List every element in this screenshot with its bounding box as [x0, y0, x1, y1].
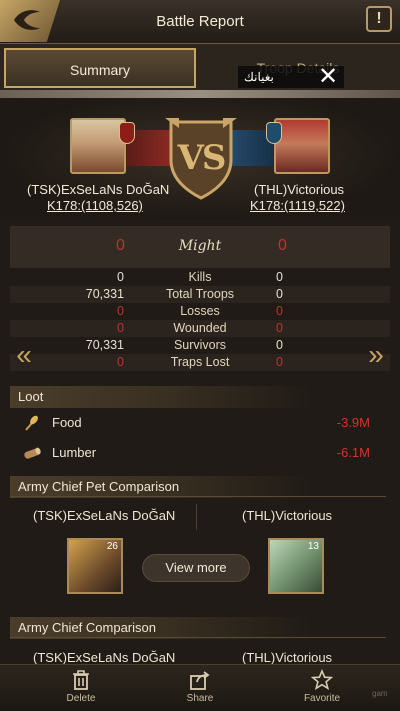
might-row: 0 Might 0 — [10, 226, 390, 268]
food-value: -3.9M — [336, 415, 370, 430]
attacker-alliance-badge — [119, 122, 135, 144]
pet-compare-defender-name: (THL)Victorious — [242, 508, 333, 523]
stat-row-losses: 0 Losses 0 — [10, 303, 390, 320]
attacker-might-value: 0 — [116, 237, 125, 254]
attacker-survivors: 70,331 — [85, 338, 124, 352]
delete-button[interactable]: Delete — [41, 669, 121, 709]
trash-icon — [73, 670, 89, 690]
loot-row-lumber: Lumber -6.1M — [10, 440, 386, 466]
defender-pet-portrait[interactable]: 13 — [268, 538, 324, 594]
chief-comparison-title: Army Chief Comparison — [10, 617, 386, 639]
defender-alliance-badge — [266, 122, 282, 144]
defender-pet-level: 13 — [307, 541, 319, 552]
banner-strip — [0, 90, 400, 98]
loot-row-food: Food -3.9M — [10, 410, 386, 436]
star-icon — [311, 669, 333, 691]
attacker-avatar[interactable] — [70, 118, 126, 174]
defender-traps-lost: 0 — [276, 355, 283, 369]
footer-bar: Delete Share Favorite — [0, 664, 400, 711]
attacker-pet-level: 26 — [106, 541, 118, 552]
stat-row-survivors: 70,331 Survivors 0 — [10, 337, 390, 354]
report-content[interactable]: VS (TSK)ExSeLaNs DoĞaN (THL)Victorious K… — [0, 90, 400, 664]
might-label: Might — [178, 238, 222, 254]
delete-label: Delete — [66, 693, 96, 704]
stat-row-traps-lost: 0 Traps Lost 0 — [10, 354, 390, 371]
stat-row-total-troops: 70,331 Total Troops 0 — [10, 286, 390, 303]
share-label: Share — [186, 693, 214, 704]
favorite-button[interactable]: Favorite — [282, 669, 362, 709]
survivors-label: Survivors — [173, 338, 227, 352]
defender-avatar[interactable] — [274, 118, 330, 174]
food-label: Food — [52, 415, 82, 430]
attacker-kills: 0 — [117, 270, 124, 284]
close-icon[interactable]: ✕ — [314, 64, 342, 90]
lumber-icon — [24, 447, 41, 459]
share-icon — [190, 671, 210, 690]
vs-label: VS — [177, 138, 227, 178]
attacker-losses: 0 — [117, 304, 124, 318]
header-bar: Battle Report ! — [0, 0, 400, 44]
defender-wounded: 0 — [276, 321, 283, 335]
share-button[interactable]: Share — [160, 669, 240, 709]
defender-total-troops: 0 — [276, 287, 283, 301]
wounded-label: Wounded — [173, 321, 227, 335]
attacker-pet-portrait[interactable]: 26 — [67, 538, 123, 594]
watermark-text: gam — [372, 689, 388, 698]
stat-row-wounded: 0 Wounded 0 — [10, 320, 390, 337]
stat-row-kills: 0 Kills 0 — [10, 269, 390, 286]
loot-section-title: Loot — [10, 386, 386, 408]
next-arrow-icon[interactable]: » — [364, 341, 388, 369]
chief-compare-attacker-name: (TSK)ExSeLaNs DoĞaN — [33, 650, 176, 664]
traps-lost-label: Traps Lost — [170, 355, 230, 369]
previous-arrow-icon[interactable]: « — [12, 341, 36, 369]
defender-name: (THL)Victorious — [254, 182, 345, 197]
lumber-label: Lumber — [52, 445, 97, 460]
view-more-button[interactable]: View more — [142, 554, 250, 582]
chief-compare-defender-name: (THL)Victorious — [242, 650, 333, 664]
compare-divider — [196, 504, 197, 530]
attacker-name: (TSK)ExSeLaNs DoĞaN — [27, 182, 170, 197]
kills-label: Kills — [188, 270, 212, 284]
defender-might-value: 0 — [278, 237, 287, 254]
attacker-total-troops: 70,331 — [85, 287, 124, 301]
page-title: Battle Report — [156, 13, 244, 30]
favorite-label: Favorite — [303, 693, 341, 704]
pet-comparison-title: Army Chief Pet Comparison — [10, 476, 386, 498]
pet-compare-attacker-name: (TSK)ExSeLaNs DoĞaN — [33, 508, 176, 523]
losses-label: Losses — [180, 304, 220, 318]
defender-kills: 0 — [276, 270, 283, 284]
section-divider — [10, 637, 386, 638]
help-button[interactable]: ! — [366, 6, 392, 32]
lumber-value: -6.1M — [336, 445, 370, 460]
defender-coords-link[interactable]: K178:(1119,522) — [250, 198, 345, 213]
total-troops-label: Total Troops — [165, 287, 235, 301]
food-icon — [25, 415, 38, 431]
attacker-traps-lost: 0 — [117, 355, 124, 369]
defender-losses: 0 — [276, 304, 283, 318]
defender-survivors: 0 — [276, 338, 283, 352]
section-divider — [10, 496, 386, 497]
attacker-wounded: 0 — [117, 321, 124, 335]
attacker-coords-link[interactable]: K178:(1108,526) — [47, 198, 143, 213]
tab-summary[interactable]: Summary — [4, 48, 196, 88]
